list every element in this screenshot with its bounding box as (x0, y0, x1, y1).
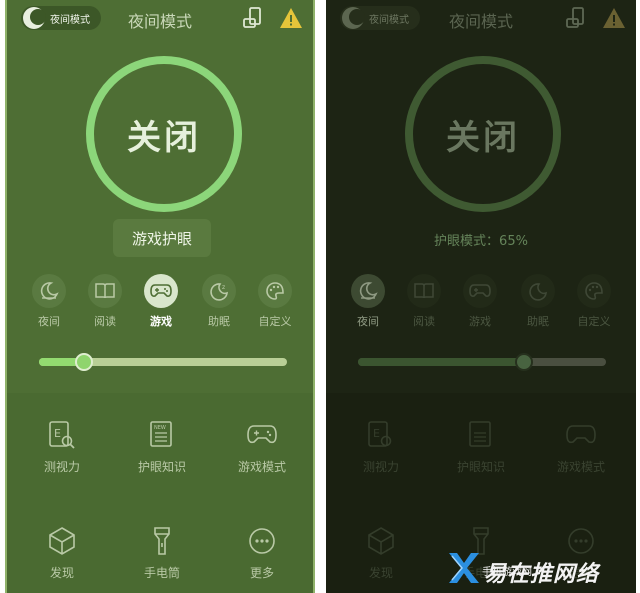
tool-label: 测视力 (362, 460, 399, 474)
mode-reading[interactable]: 阅读 (77, 274, 133, 329)
intensity-slider[interactable] (39, 353, 287, 371)
top-bar: 夜间模式 夜间模式 (326, 0, 636, 36)
tool-label: 更多 (249, 566, 274, 580)
power-ring-label: 关闭 (446, 117, 520, 158)
warning-icon[interactable] (602, 7, 626, 29)
mode-selector: 夜间 阅读 游戏 z 助眠 自定义 (7, 274, 313, 334)
eye-test-icon: E (368, 421, 392, 447)
tool-more[interactable]: 更多 (212, 526, 312, 581)
book-icon (88, 274, 122, 308)
gamepad-icon (247, 425, 277, 444)
power-ring-button[interactable]: 关闭 (86, 56, 242, 212)
tool-discover[interactable]: 发现 (12, 526, 112, 581)
moon-icon (32, 274, 66, 308)
svg-text:z: z (222, 284, 225, 291)
mode-status-text: 护眼模式：65% (434, 234, 528, 249)
mode-game[interactable]: 游戏 (452, 274, 508, 329)
mode-night[interactable]: 夜间 (340, 274, 396, 329)
mode-status-toast: 游戏护眼 (113, 219, 211, 257)
tool-eye-test[interactable]: E 测视力 (331, 420, 431, 475)
x-logo-icon (449, 553, 479, 583)
tool-flashlight[interactable]: 手电筒 (112, 526, 212, 581)
gamepad-icon (144, 274, 178, 308)
flashlight-icon (154, 527, 170, 555)
svg-text:E: E (54, 427, 61, 440)
tool-label: 测视力 (43, 460, 80, 474)
mode-label: 助眠 (527, 315, 549, 328)
mode-label: 游戏 (150, 315, 172, 328)
left-phone-screen: 夜间模式 夜间模式 关闭 护 % 游戏护眼 夜间 (5, 0, 315, 593)
mode-label: 夜间 (357, 315, 379, 328)
moon-icon (351, 274, 385, 308)
mode-sleep[interactable]: 助眠 (510, 274, 566, 329)
page-title: 夜间模式 (127, 12, 192, 31)
slider-thumb[interactable] (515, 353, 534, 371)
tool-discover[interactable]: 发现 (331, 526, 431, 581)
mode-selector: 夜间 阅读 游戏 助眠 自定义 (326, 274, 636, 334)
book-icon (407, 274, 441, 308)
mode-custom[interactable]: 自定义 (566, 274, 622, 329)
mode-game[interactable]: 游戏 (133, 274, 189, 329)
tool-label: 游戏模式 (556, 460, 605, 474)
watermark-text: 易在推网络 (484, 562, 600, 587)
screen-rotate-icon[interactable] (564, 6, 588, 30)
mode-sleep[interactable]: z 助眠 (191, 274, 247, 329)
cube-icon (49, 527, 75, 555)
intensity-slider[interactable] (358, 353, 606, 371)
power-ring-button[interactable]: 关闭 (405, 56, 561, 212)
tool-label: 护眼知识 (456, 460, 505, 474)
tool-eye-knowledge[interactable]: NEW 护眼知识 (112, 420, 212, 475)
right-phone-screen: 夜间模式 夜间模式 关闭 护眼模式：65% 夜间 阅读 游戏 助眠 自定义 E … (326, 0, 636, 593)
eye-test-icon: E (49, 421, 75, 449)
screenshot-stage: 夜间模式 夜间模式 关闭 护 % 游戏护眼 夜间 (0, 0, 640, 593)
site-watermark: 手机游戏网 易在推网络 (446, 546, 640, 590)
tool-label: 发现 (368, 566, 393, 580)
tool-eye-knowledge[interactable]: 护眼知识 (431, 420, 531, 475)
warning-icon[interactable] (279, 7, 303, 29)
sleep-icon: z (202, 274, 236, 308)
mode-label: 夜间 (38, 315, 60, 328)
svg-text:E: E (373, 427, 380, 440)
mode-label: 助眠 (208, 315, 230, 328)
sleep-icon (521, 274, 555, 308)
tool-label: 护眼知识 (137, 460, 186, 474)
tool-game-mode[interactable]: 游戏模式 (212, 420, 312, 475)
tool-eye-test[interactable]: E 测视力 (12, 420, 112, 475)
tool-label: 手电筒 (143, 566, 180, 580)
power-ring-label: 关闭 (127, 117, 201, 158)
mode-reading[interactable]: 阅读 (396, 274, 452, 329)
page-title: 夜间模式 (448, 12, 513, 31)
news-icon: NEW (150, 421, 172, 447)
slider-thumb[interactable] (74, 353, 93, 371)
mode-label: 游戏 (469, 315, 491, 328)
mode-label: 阅读 (94, 315, 116, 328)
gamepad-icon (566, 425, 596, 444)
more-icon (249, 528, 275, 554)
tool-game-mode[interactable]: 游戏模式 (531, 420, 631, 475)
top-bar: 夜间模式 夜间模式 (7, 0, 313, 36)
mode-custom[interactable]: 自定义 (247, 274, 303, 329)
mode-night[interactable]: 夜间 (21, 274, 77, 329)
news-icon (469, 421, 491, 447)
mode-label: 自定义 (577, 315, 611, 328)
tool-label: 游戏模式 (237, 460, 286, 474)
slider-fill (358, 358, 525, 366)
mode-label: 自定义 (258, 315, 292, 328)
tool-label: 发现 (49, 566, 74, 580)
palette-icon (577, 274, 611, 308)
svg-text:NEW: NEW (154, 425, 166, 431)
mode-label: 阅读 (413, 315, 435, 328)
gamepad-icon (463, 274, 497, 308)
screen-rotate-icon[interactable] (241, 6, 265, 30)
cube-icon (368, 527, 394, 555)
palette-icon (258, 274, 292, 308)
